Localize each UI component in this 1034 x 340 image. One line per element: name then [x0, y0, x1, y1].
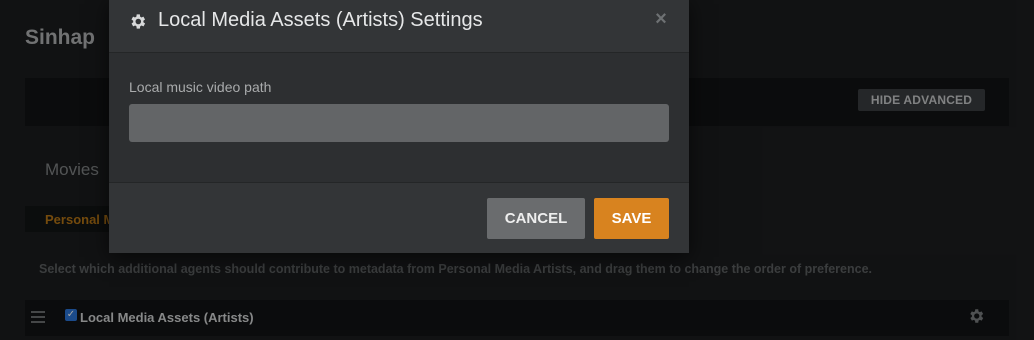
modal-header: Local Media Assets (Artists) Settings × — [109, 0, 689, 53]
modal-title: Local Media Assets (Artists) Settings — [158, 9, 483, 31]
settings-modal: Local Media Assets (Artists) Settings × … — [109, 0, 689, 253]
music-video-path-label: Local music video path — [129, 79, 272, 95]
cancel-button[interactable]: CANCEL — [487, 198, 585, 239]
close-icon[interactable]: × — [650, 8, 672, 30]
music-video-path-input[interactable] — [129, 104, 669, 142]
save-button[interactable]: SAVE — [594, 198, 669, 239]
gear-icon — [128, 12, 147, 31]
